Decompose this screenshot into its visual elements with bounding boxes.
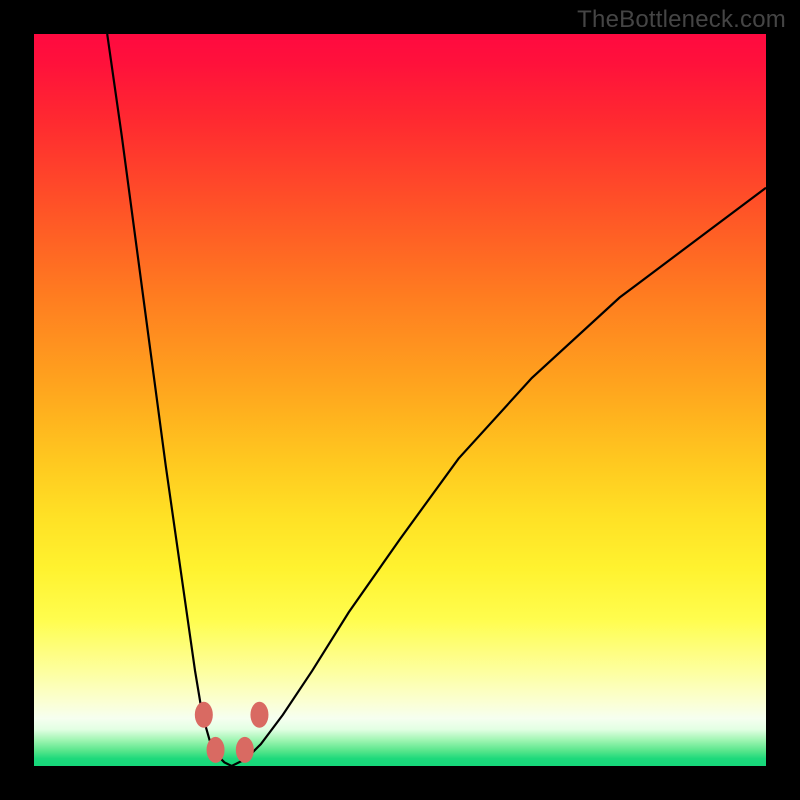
marker-group [195, 702, 269, 763]
marker-right-upper [250, 702, 268, 728]
plot-area [34, 34, 766, 766]
curve-layer [34, 34, 766, 766]
watermark-text: TheBottleneck.com [577, 6, 786, 34]
marker-right-lower [236, 737, 254, 763]
bottleneck-curve-left [107, 34, 231, 766]
marker-left-upper [195, 702, 213, 728]
marker-left-lower [207, 737, 225, 763]
bottleneck-curve-right [232, 188, 766, 766]
